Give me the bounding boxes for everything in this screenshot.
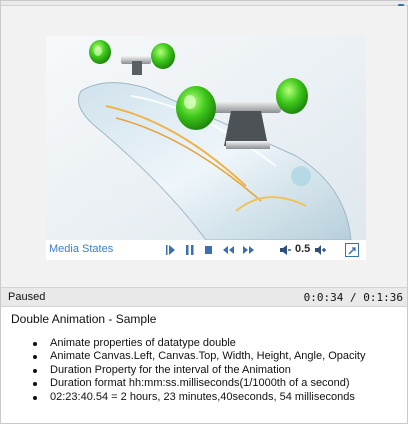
app-window: Media States 0.5 Paused 0:0:34 / 0:1:36 … [0,0,408,424]
stop-icon[interactable] [204,244,214,256]
list-item: 02:23:40.54 = 2 hours, 23 minutes,40seco… [33,391,366,404]
list-item: Duration format hh:mm:ss.milliseconds(1/… [33,377,366,390]
video-frame[interactable] [46,36,366,240]
sample-title: Double Animation - Sample [11,312,157,326]
list-item: Duration Property for the interval of th… [33,364,366,377]
playback-time: 0:0:34 / 0:1:36 [303,291,403,304]
media-states-menu[interactable]: Media States [49,243,113,255]
volume-down-icon[interactable] [279,244,291,256]
fast-forward-icon[interactable] [242,244,255,256]
status-bar: Paused 0:0:34 / 0:1:36 [1,287,407,307]
play-icon[interactable] [166,244,176,256]
description-panel: Double Animation - Sample Animate proper… [1,307,407,423]
volume-level: 0.5 [295,243,311,255]
skateboard-video-image [46,36,366,240]
rewind-icon[interactable] [222,244,235,256]
list-item: Animate properties of datatype double [33,337,366,350]
volume-up-icon[interactable] [314,244,326,256]
media-controls-bar: Media States 0.5 [46,240,366,260]
pause-icon[interactable] [185,244,195,256]
feature-list: Animate properties of datatype double An… [33,337,366,404]
list-item: Animate Canvas.Left, Canvas.Top, Width, … [33,350,366,363]
playback-state: Paused [8,291,46,303]
fullscreen-icon[interactable] [345,243,359,257]
media-stage: Media States 0.5 [1,6,407,286]
